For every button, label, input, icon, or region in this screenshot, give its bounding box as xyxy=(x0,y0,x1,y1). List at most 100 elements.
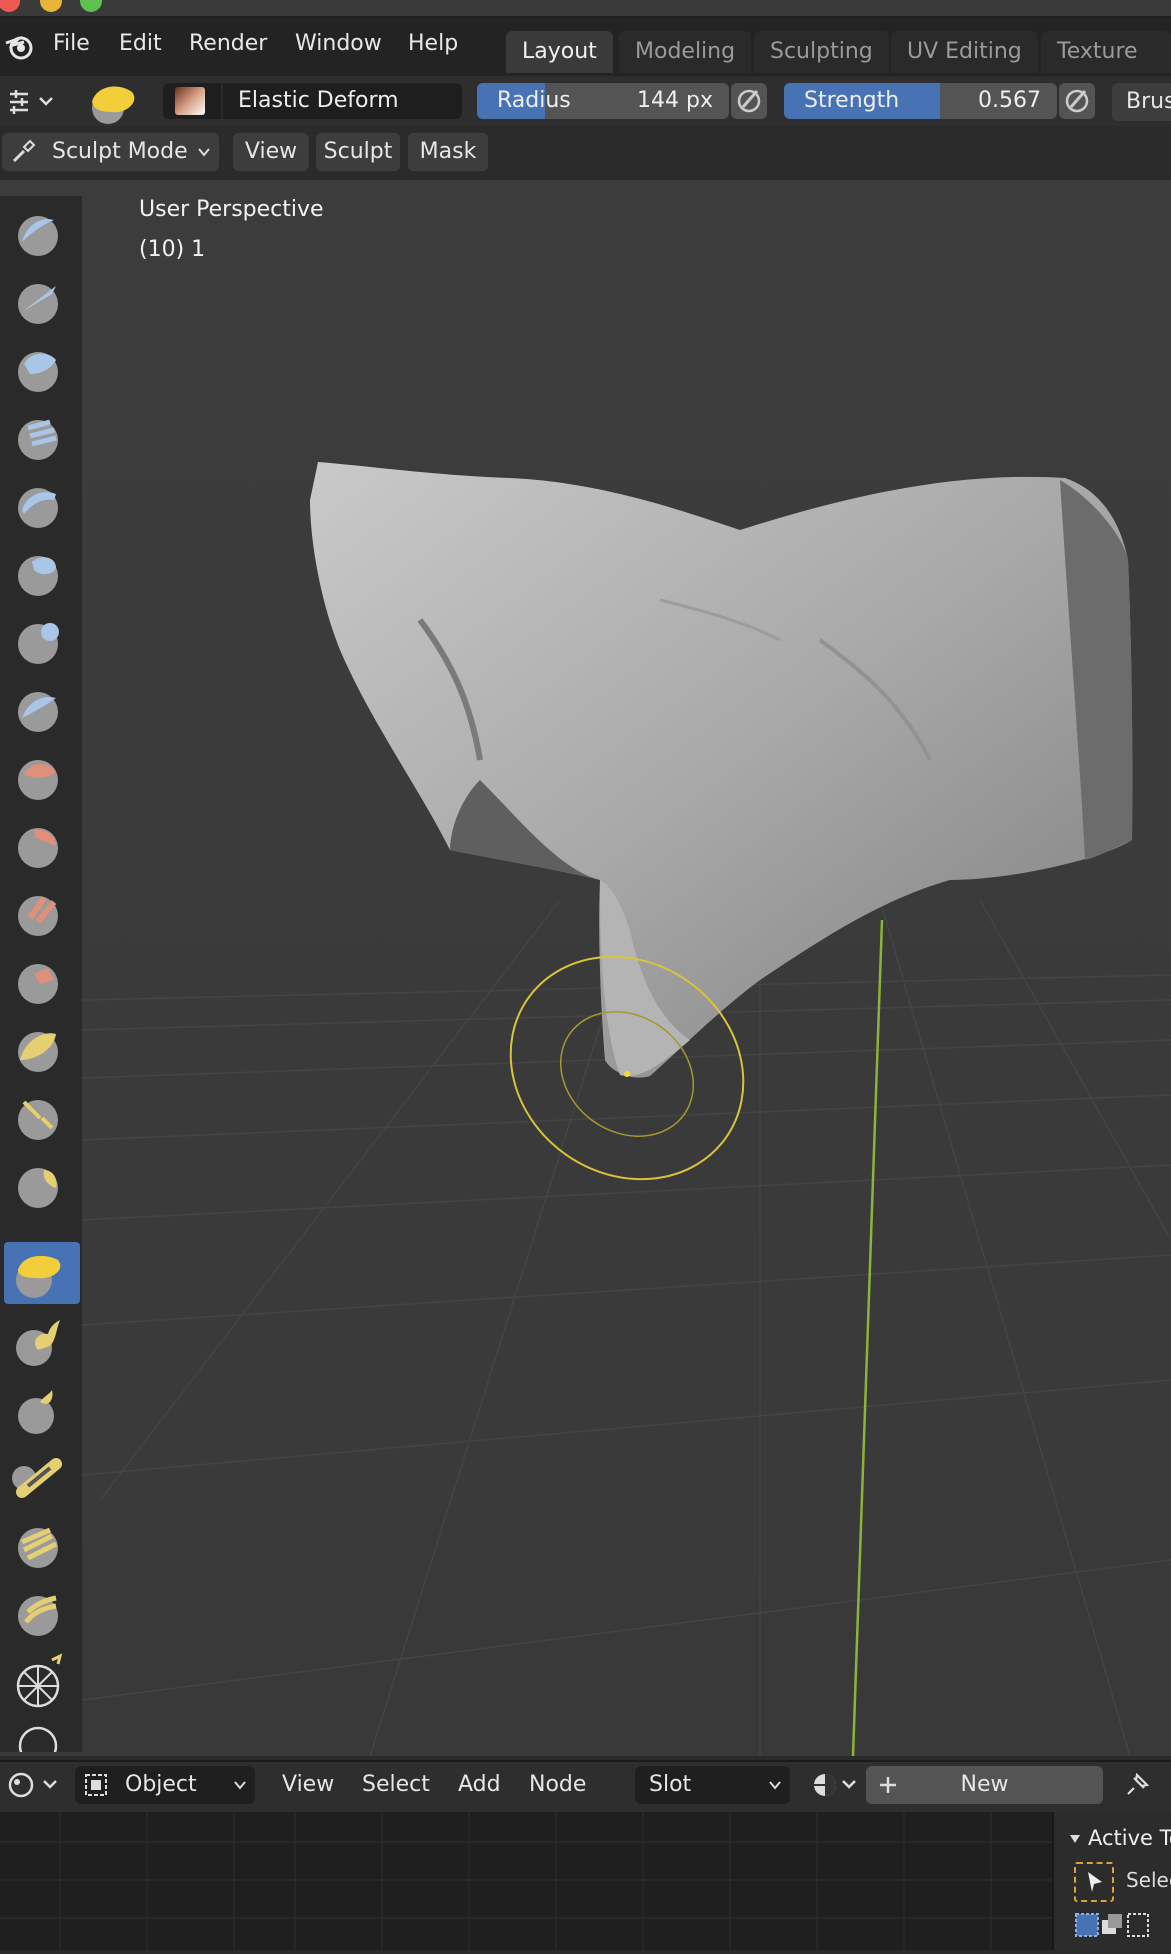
maximize-window-icon[interactable] xyxy=(80,0,102,12)
object-type-label: Object xyxy=(125,1772,197,1797)
tool-settings-dropdown[interactable] xyxy=(4,86,58,116)
elastic-deform-icon xyxy=(16,1255,61,1298)
tool-rotate[interactable] xyxy=(4,1650,80,1712)
tool-grab[interactable] xyxy=(4,1310,80,1372)
tool-slide-relax[interactable] xyxy=(4,1718,80,1752)
clay-strips-icon xyxy=(18,419,58,460)
tool-inflate[interactable] xyxy=(4,610,80,672)
slot-label: Slot xyxy=(649,1772,692,1797)
clay-icon xyxy=(18,352,58,392)
brush-name: Elastic Deform xyxy=(238,88,399,113)
blob-icon xyxy=(18,692,58,732)
menu-view[interactable]: View xyxy=(233,133,309,171)
sidebar-panel: Active To Selec xyxy=(1052,1812,1171,1950)
radius-slider[interactable]: Radius 144 px xyxy=(477,83,729,119)
pin-icon xyxy=(1127,1772,1150,1795)
tool-fill[interactable] xyxy=(4,950,80,1012)
brush-preview-icon[interactable] xyxy=(82,80,138,126)
viewport-object-info: (10) 1 xyxy=(139,237,206,262)
object-type-dropdown[interactable]: Object xyxy=(75,1766,255,1804)
tool-crease[interactable] xyxy=(4,746,80,808)
collapse-triangle-icon[interactable] xyxy=(1068,1832,1082,1846)
viewport-perspective-label: User Perspective xyxy=(139,197,324,222)
menu-help[interactable]: Help xyxy=(408,31,458,56)
minimize-window-icon[interactable] xyxy=(40,0,62,12)
tool-elastic-deform[interactable] xyxy=(4,1242,80,1304)
node-menu-select[interactable]: Select xyxy=(362,1772,430,1797)
radius-pressure-button[interactable] xyxy=(731,83,767,119)
mode-label: Sculpt Mode xyxy=(52,139,188,164)
mode-dropdown[interactable]: Sculpt Mode xyxy=(2,133,219,171)
tool-clay[interactable] xyxy=(4,338,80,400)
menu-edit[interactable]: Edit xyxy=(119,31,162,56)
cursor-arrow-icon xyxy=(1088,1872,1102,1892)
tool-thumb[interactable] xyxy=(4,1446,80,1508)
node-grid xyxy=(0,1812,1052,1950)
tool-nudge[interactable] xyxy=(4,1582,80,1644)
pen-pressure-icon xyxy=(737,89,761,113)
close-window-icon[interactable] xyxy=(0,0,20,12)
menu-sculpt[interactable]: Sculpt xyxy=(316,133,400,171)
plus-icon xyxy=(880,1777,896,1793)
tool-pose[interactable] xyxy=(4,1514,80,1576)
tool-draw-sharp[interactable] xyxy=(4,270,80,332)
menu-render[interactable]: Render xyxy=(189,31,267,56)
smooth-icon xyxy=(18,828,58,868)
pin-button[interactable] xyxy=(1122,1770,1152,1800)
select-box-icon[interactable] xyxy=(1074,1862,1114,1902)
grab-icon xyxy=(16,1320,60,1366)
node-menu-view[interactable]: View xyxy=(282,1772,334,1797)
tab-layout[interactable]: Layout xyxy=(506,31,613,73)
top-menubar: File Edit Render Window Help Layout Mode… xyxy=(0,17,1171,106)
menu-window[interactable]: Window xyxy=(295,31,382,56)
brush-settings-button[interactable]: Brus xyxy=(1112,83,1171,121)
clay-thumb-icon xyxy=(18,488,58,528)
tool-clay-thumb[interactable] xyxy=(4,474,80,536)
strength-value: 0.567 xyxy=(978,88,1041,113)
blender-logo-icon[interactable] xyxy=(4,31,34,61)
tool-draw[interactable] xyxy=(4,202,80,264)
tool-smooth[interactable] xyxy=(4,814,80,876)
material-browse-button[interactable] xyxy=(805,1766,863,1804)
slot-dropdown[interactable]: Slot xyxy=(635,1766,790,1804)
tool-clay-strips[interactable] xyxy=(4,406,80,468)
tool-multiplane-scrape[interactable] xyxy=(4,1086,80,1148)
material-sphere-icon xyxy=(814,1774,856,1796)
pose-icon xyxy=(18,1527,58,1568)
fill-icon xyxy=(18,964,58,1004)
sculpt-toolbar xyxy=(0,196,82,1752)
scrape-icon xyxy=(18,1032,58,1072)
editor-type-dropdown[interactable] xyxy=(6,1770,60,1800)
pen-pressure-icon xyxy=(1065,89,1089,113)
draw-brush-icon xyxy=(18,216,58,256)
inflate-icon xyxy=(18,623,59,664)
tool-scrape[interactable] xyxy=(4,1018,80,1080)
tool-layer[interactable] xyxy=(4,542,80,604)
tool-settings-icon xyxy=(10,90,53,114)
strength-slider[interactable]: Strength 0.567 xyxy=(784,83,1057,119)
nudge-icon xyxy=(18,1595,58,1636)
new-material-button[interactable]: New xyxy=(866,1766,1103,1804)
node-menu-node[interactable]: Node xyxy=(529,1772,586,1797)
menu-mask[interactable]: Mask xyxy=(408,133,488,171)
radius-label: Radius xyxy=(497,88,571,113)
tab-sculpting[interactable]: Sculpting xyxy=(754,31,889,73)
active-tool-header[interactable]: Active To xyxy=(1088,1826,1171,1850)
tab-uv-editing[interactable]: UV Editing xyxy=(891,31,1038,73)
tool-blob[interactable] xyxy=(4,678,80,740)
rotate-icon xyxy=(16,1653,63,1708)
tab-texture-paint[interactable]: Texture Pai xyxy=(1041,31,1171,106)
strength-pressure-button[interactable] xyxy=(1059,83,1095,119)
node-menu-add[interactable]: Add xyxy=(458,1772,501,1797)
radius-value: 144 px xyxy=(637,88,713,113)
3d-viewport[interactable] xyxy=(0,180,1171,1756)
tool-snake-hook[interactable] xyxy=(4,1378,80,1440)
menu-file[interactable]: File xyxy=(53,31,90,56)
tool-flatten[interactable] xyxy=(4,882,80,944)
tool-pinch[interactable] xyxy=(4,1154,80,1216)
chevron-down-icon xyxy=(234,1781,246,1790)
node-editor-canvas[interactable] xyxy=(0,1812,1052,1950)
selection-mode-buttons[interactable] xyxy=(1074,1912,1150,1940)
tab-modeling[interactable]: Modeling xyxy=(619,31,752,73)
brush-selector[interactable]: Elastic Deform xyxy=(163,83,462,119)
